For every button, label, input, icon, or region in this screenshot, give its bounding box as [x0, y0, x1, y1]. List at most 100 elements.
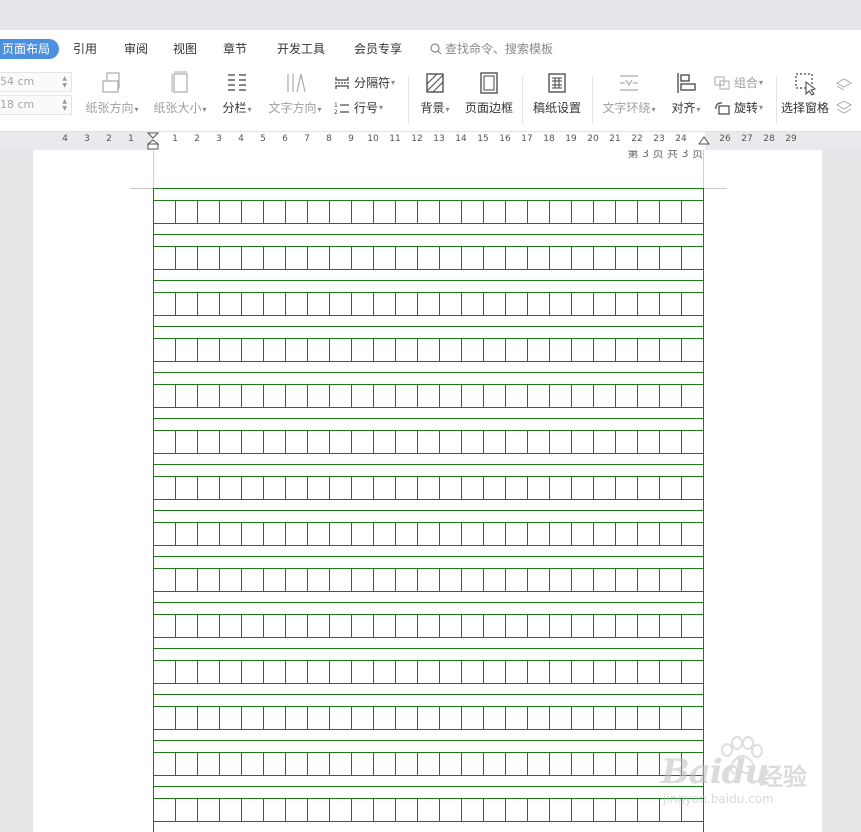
- ruler-number: 3: [84, 134, 90, 144]
- align-button[interactable]: 对齐▾: [666, 68, 706, 124]
- ruler-number: 4: [238, 134, 244, 144]
- rotate-button[interactable]: 旋转 ▾: [714, 98, 763, 118]
- ruler-number: 23: [653, 134, 665, 144]
- ruler-number: 19: [565, 134, 577, 144]
- text-direction-label: 文字方向: [268, 101, 317, 115]
- margin-bottom-spinner[interactable]: 18 cm ▲ ▼: [0, 95, 72, 115]
- tab-view[interactable]: 视图: [173, 39, 197, 59]
- ribbon-separator: [776, 76, 777, 124]
- svg-text:1: 1: [334, 102, 338, 109]
- ruler-number: 14: [455, 134, 467, 144]
- ribbon-separator: [592, 76, 593, 124]
- ribbon-tab-bar: 页面布局 引用 审阅 视图 章节 开发工具 会员专享 查找命令、搜索模板: [0, 30, 861, 68]
- svg-text:2: 2: [334, 109, 338, 115]
- page-break-icon: [335, 77, 349, 89]
- text-direction-icon: [287, 73, 306, 93]
- margin-guide: [153, 150, 154, 188]
- ruler-number: 17: [521, 134, 533, 144]
- ruler-number: 28: [763, 134, 775, 144]
- send-backward-button[interactable]: [836, 98, 858, 118]
- paper-orientation-button[interactable]: 纸张方向▾: [82, 68, 142, 124]
- text-direction-button[interactable]: 文字方向▾: [264, 68, 326, 124]
- margin-bottom-value: 18 cm: [0, 98, 35, 111]
- line-number-icon: 12: [334, 102, 349, 115]
- right-indent-marker-icon[interactable]: [698, 136, 710, 150]
- line-number-button[interactable]: 12 行号 ▾: [334, 98, 383, 118]
- rotate-label: 旋转: [734, 101, 759, 115]
- manuscript-settings-label: 稿纸设置: [532, 101, 581, 115]
- horizontal-ruler[interactable]: 4 3 2 1 1 2 3 4 5 6 7 8 9 10 11 12 13 14 15 16 17 18 19 20 21 22 2…: [0, 132, 861, 150]
- paper-size-icon: [171, 71, 188, 93]
- background-button[interactable]: 背景▾: [416, 68, 454, 124]
- ruler-number: 29: [785, 134, 797, 144]
- page-border-label: 页面边框: [464, 101, 513, 115]
- ruler-number: 4: [62, 134, 68, 144]
- group-button[interactable]: 组合 ▾: [714, 73, 763, 93]
- manuscript-grid[interactable]: [153, 188, 704, 832]
- indent-marker-icon[interactable]: [147, 132, 159, 150]
- watermark-suffix: 经验: [759, 763, 807, 791]
- tab-page-layout[interactable]: 页面布局: [0, 39, 60, 59]
- ruler-number: 20: [587, 134, 599, 144]
- spinner-arrows-icon[interactable]: ▲ ▼: [62, 98, 67, 112]
- separator-button[interactable]: 分隔符 ▾: [334, 73, 395, 93]
- margin-top-spinner[interactable]: 54 cm ▲ ▼: [0, 72, 72, 92]
- tab-chapter[interactable]: 章节: [223, 39, 247, 59]
- ruler-number: 2: [194, 134, 200, 144]
- ruler-number: 1: [128, 134, 134, 144]
- ribbon-separator: [522, 76, 523, 124]
- ruler-number: 11: [389, 134, 401, 144]
- paper-size-button[interactable]: 纸张大小▾: [150, 68, 210, 124]
- ruler-number: 13: [433, 134, 445, 144]
- ribbon-toolbar: 54 cm ▲ ▼ 18 cm ▲ ▼ 纸张方向▾ 纸张大小▾ 分栏▾ 文字方向▾ …: [0, 68, 861, 132]
- page-border-button[interactable]: 页面边框: [460, 68, 518, 124]
- selection-pane-icon: [795, 73, 817, 96]
- tab-developer-tools[interactable]: 开发工具: [277, 39, 325, 59]
- selection-pane-label: 选择窗格: [780, 101, 829, 115]
- ruler-number: 18: [543, 134, 555, 144]
- manuscript-grid-icon: [548, 73, 566, 93]
- tab-references[interactable]: 引用: [73, 39, 97, 59]
- columns-label: 分栏: [222, 101, 247, 115]
- background-icon: [426, 73, 444, 93]
- ruler-number: 26: [719, 134, 731, 144]
- ruler-number: 5: [260, 134, 266, 144]
- ruler-number: 9: [348, 134, 354, 144]
- selection-pane-button[interactable]: 选择窗格: [780, 68, 830, 124]
- background-label: 背景: [420, 101, 445, 115]
- margin-top-value: 54 cm: [0, 75, 35, 88]
- ruler-number: 10: [367, 134, 379, 144]
- watermark-brand: Baidu: [661, 752, 769, 792]
- title-bar-strip: [0, 0, 861, 30]
- tab-member-exclusive[interactable]: 会员专享: [354, 39, 402, 59]
- text-wrap-icon: [620, 75, 638, 91]
- ruler-number: 7: [304, 134, 310, 144]
- search-label: 查找命令、搜索模板: [445, 42, 554, 56]
- ruler-number: 1: [172, 134, 178, 144]
- ruler-number: 8: [326, 134, 332, 144]
- ruler-number: 3: [216, 134, 222, 144]
- search-icon: [430, 43, 442, 55]
- manuscript-grid-lines: [153, 188, 704, 832]
- align-icon: [677, 73, 696, 93]
- separator-label: 分隔符: [354, 76, 391, 90]
- ribbon-separator: [408, 76, 409, 124]
- layers-up-icon: [836, 78, 853, 90]
- bring-forward-button[interactable]: [836, 73, 858, 93]
- manuscript-settings-button[interactable]: 稿纸设置: [528, 68, 586, 124]
- text-wrap-button[interactable]: 文字环绕▾: [598, 68, 660, 124]
- command-search[interactable]: 查找命令、搜索模板: [430, 39, 553, 59]
- columns-button[interactable]: 分栏▾: [218, 68, 256, 124]
- ruler-number: 16: [499, 134, 511, 144]
- ruler-number: 2: [106, 134, 112, 144]
- margin-guide: [703, 150, 704, 188]
- spinner-arrows-icon[interactable]: ▲ ▼: [62, 75, 67, 89]
- tab-review[interactable]: 审阅: [124, 39, 148, 59]
- ruler-number: 15: [477, 134, 489, 144]
- layers-down-icon: [836, 101, 853, 114]
- ruler-number: 12: [411, 134, 423, 144]
- ruler-number: 24: [675, 134, 687, 144]
- ruler-number: 6: [282, 134, 288, 144]
- page-header-text: 第 3 页 共 3 页: [627, 150, 703, 160]
- text-wrap-label: 文字环绕: [602, 101, 651, 115]
